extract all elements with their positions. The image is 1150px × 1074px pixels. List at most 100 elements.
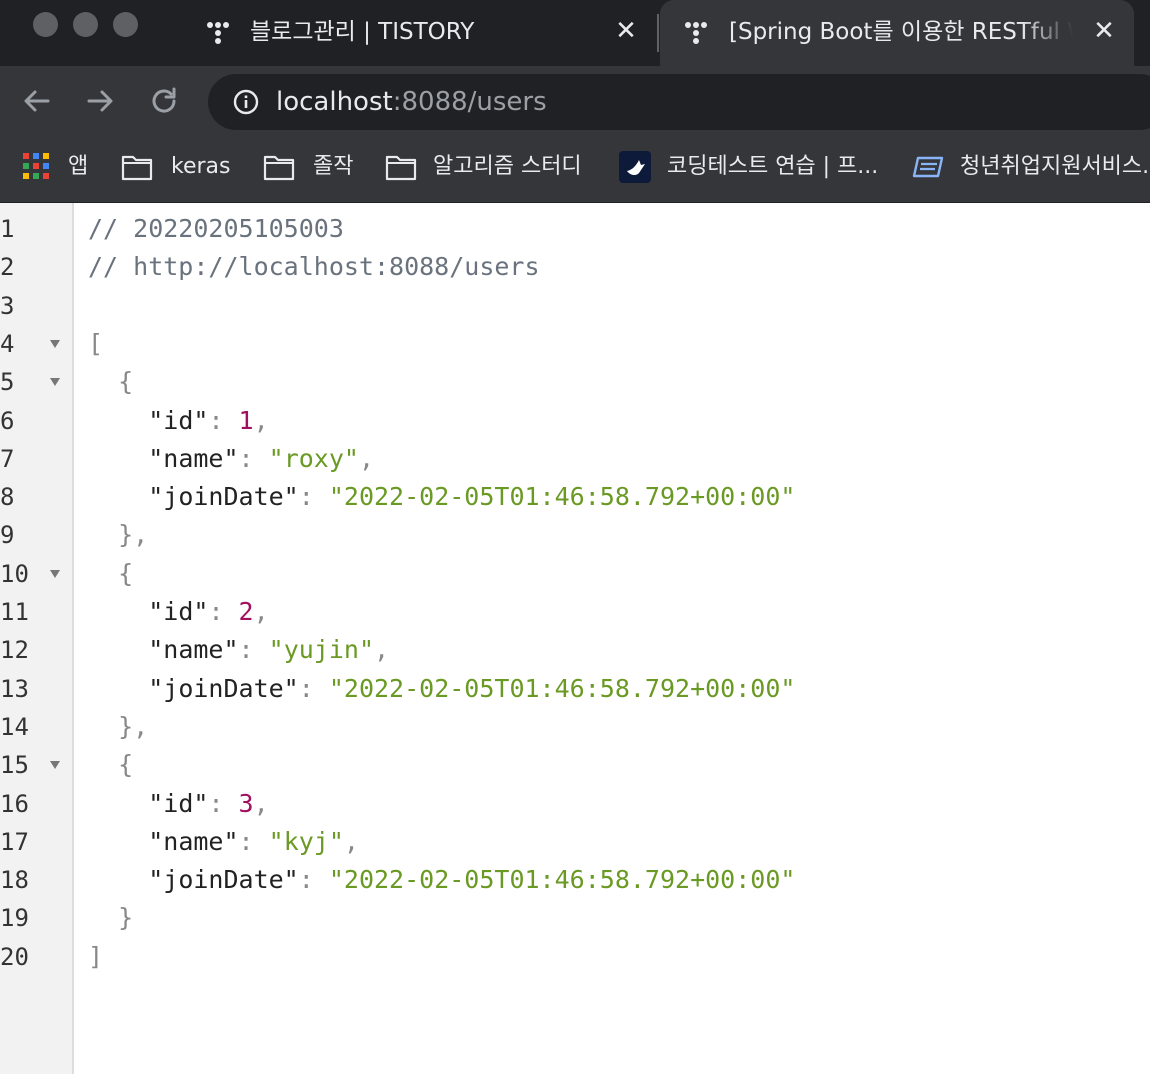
bookmark-label: 알고리즘 스터디 bbox=[433, 154, 582, 179]
bookmark-graduation-project[interactable]: 졸작 bbox=[263, 150, 363, 186]
code-punctuation: : bbox=[238, 635, 269, 665]
forward-arrow-icon[interactable] bbox=[83, 84, 117, 118]
line-number: 5 bbox=[0, 368, 15, 397]
reload-icon[interactable] bbox=[147, 84, 181, 118]
close-icon[interactable]: ✕ bbox=[1090, 15, 1118, 47]
fold-toggle-icon[interactable] bbox=[48, 339, 62, 349]
close-icon[interactable]: ✕ bbox=[612, 15, 640, 47]
bookmark-label: 코딩테스트 연습 | 프... bbox=[667, 154, 879, 179]
code-line: "id": 3, bbox=[88, 788, 269, 819]
json-key: "name" bbox=[148, 635, 239, 665]
line-number: 7 bbox=[0, 444, 15, 473]
code-punctuation: , bbox=[253, 405, 269, 435]
bookmark-algorithm-study[interactable]: 알고리즘 스터디 bbox=[385, 150, 595, 186]
line-number: 17 bbox=[0, 827, 29, 856]
window-close-dot[interactable] bbox=[33, 12, 58, 37]
code-line: "name": "yujin", bbox=[88, 635, 389, 665]
url-host: localhost bbox=[276, 87, 393, 117]
line-number: 12 bbox=[0, 636, 29, 665]
code-line: "id": 2, bbox=[88, 597, 269, 627]
code-punctuation: : bbox=[208, 405, 239, 435]
bookmark-label: keras bbox=[171, 154, 231, 179]
line-number: 2 bbox=[0, 253, 15, 282]
line-number: 15 bbox=[0, 751, 29, 780]
code-punctuation: ] bbox=[88, 941, 104, 971]
json-string-value: "2022-02-05T01:46:58.792+00:00" bbox=[328, 482, 796, 512]
json-key: "id" bbox=[148, 597, 209, 626]
code-punctuation: { bbox=[88, 367, 134, 397]
bookmark-coding-test[interactable]: 코딩테스트 연습 | 프... bbox=[619, 150, 889, 186]
json-key: "joinDate" bbox=[148, 673, 299, 703]
line-number: 14 bbox=[0, 712, 29, 741]
line-number: 16 bbox=[0, 789, 29, 818]
info-icon[interactable] bbox=[232, 88, 260, 116]
code-punctuation: } bbox=[88, 903, 134, 933]
json-key: "id" bbox=[148, 788, 209, 818]
window-minimize-dot[interactable] bbox=[73, 12, 98, 37]
worknet-icon bbox=[912, 156, 944, 178]
json-string-value: "kyj" bbox=[268, 826, 344, 856]
folder-icon bbox=[121, 155, 153, 181]
code-punctuation: , bbox=[253, 788, 269, 818]
code-punctuation: : bbox=[238, 443, 269, 473]
fold-toggle-icon[interactable] bbox=[48, 377, 62, 387]
code-punctuation: , bbox=[253, 597, 269, 626]
code-line: // http://localhost:8088/users bbox=[88, 252, 540, 282]
json-key: "name" bbox=[148, 443, 239, 473]
code-line: [ bbox=[88, 329, 103, 359]
programmers-icon bbox=[619, 151, 651, 183]
code-punctuation: : bbox=[298, 482, 329, 512]
line-number: 4 bbox=[0, 329, 15, 358]
code-line: { bbox=[88, 367, 133, 397]
json-viewer: 1 2 3 4 5 6 7 8 9 10 11 12 13 14 15 16 17 18 19 20 // 20220… bbox=[0, 203, 1150, 1074]
bookmark-label: 앱 bbox=[68, 154, 89, 179]
code-line: } bbox=[88, 903, 133, 933]
line-number: 1 bbox=[0, 215, 15, 243]
json-key: "name" bbox=[148, 826, 239, 856]
fold-toggle-icon[interactable] bbox=[48, 569, 62, 579]
line-number: 19 bbox=[0, 904, 29, 933]
json-number-value: 1 bbox=[238, 405, 254, 435]
code-line: "joinDate": "2022-02-05T01:46:58.792+00:… bbox=[88, 482, 795, 512]
code-punctuation: [ bbox=[88, 328, 104, 358]
tab-title: 블로그관리 | TISTORY bbox=[250, 19, 475, 45]
tab-title: [Spring Boot를 이용한 RESTful W bbox=[729, 19, 1073, 45]
json-key: "id" bbox=[148, 405, 209, 435]
address-bar[interactable]: localhost:8088/users bbox=[208, 74, 1150, 130]
bookmark-apps[interactable]: 앱 bbox=[22, 150, 94, 186]
window-zoom-dot[interactable] bbox=[113, 12, 138, 37]
line-number: 8 bbox=[0, 483, 15, 512]
code-line: "id": 1, bbox=[88, 405, 269, 436]
bookmarks-bar: 앱 keras 졸작 알고리즘 스터디 코딩테스트 연습 | 프... 청년취업… bbox=[0, 136, 1150, 203]
fold-toggle-icon[interactable] bbox=[48, 760, 62, 770]
code-punctuation: { bbox=[88, 558, 134, 588]
tab-spring-boot[interactable]: [Spring Boot를 이용한 RESTful W ✕ bbox=[660, 0, 1134, 66]
code-punctuation: : bbox=[298, 865, 329, 895]
code-line: // 20220205105003 bbox=[88, 214, 344, 244]
bookmark-youth-employment[interactable]: 청년취업지원서비스... bbox=[912, 150, 1150, 186]
toolbar: localhost:8088/users bbox=[0, 66, 1150, 136]
code-comment: // http://localhost:8088/users bbox=[88, 252, 540, 282]
tab-strip: 블로그관리 | TISTORY ✕ [Spring Boot를 이용한 REST… bbox=[0, 0, 1150, 66]
json-key: "joinDate" bbox=[148, 865, 299, 895]
folder-icon bbox=[263, 155, 295, 181]
back-arrow-icon[interactable] bbox=[20, 84, 54, 118]
json-string-value: "yujin" bbox=[268, 635, 374, 665]
code-line: { bbox=[88, 559, 133, 589]
tistory-icon bbox=[685, 22, 707, 44]
code-punctuation: : bbox=[298, 673, 329, 703]
code-punctuation: , bbox=[374, 635, 390, 665]
bookmark-keras[interactable]: keras bbox=[121, 150, 241, 186]
line-number: 20 bbox=[0, 942, 29, 971]
json-key: "joinDate" bbox=[148, 482, 299, 512]
code-punctuation: }, bbox=[88, 520, 149, 550]
json-number-value: 3 bbox=[238, 788, 254, 818]
json-string-value: "roxy" bbox=[268, 443, 359, 473]
line-number: 13 bbox=[0, 674, 29, 703]
line-number: 11 bbox=[0, 598, 29, 626]
tab-tistory[interactable]: 블로그관리 | TISTORY ✕ bbox=[196, 0, 646, 66]
